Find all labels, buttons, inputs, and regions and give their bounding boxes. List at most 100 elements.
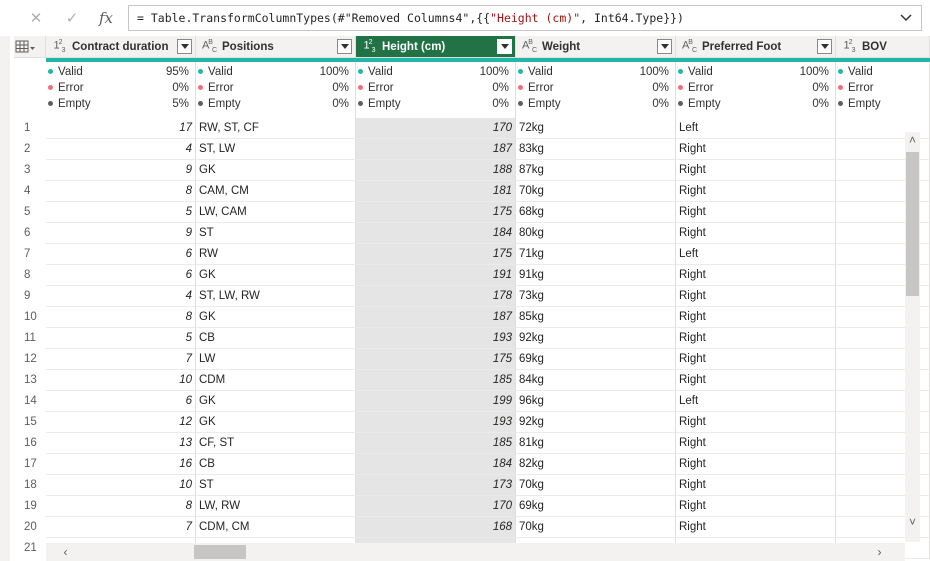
table-cell[interactable]: 187 — [356, 139, 516, 160]
table-cell[interactable]: 184 — [356, 454, 516, 475]
cancel-icon[interactable]: ✕ — [24, 6, 48, 30]
table-cell[interactable]: 73kg — [516, 286, 676, 307]
table-cell[interactable]: 6 — [46, 391, 196, 412]
table-cell[interactable]: 80kg — [516, 223, 676, 244]
horizontal-scroll-thumb[interactable] — [194, 545, 246, 559]
row-number[interactable]: 2 — [14, 139, 46, 160]
table-cell[interactable]: Right — [676, 265, 836, 286]
table-cell[interactable]: 199 — [356, 391, 516, 412]
row-number[interactable]: 9 — [14, 286, 46, 307]
table-cell[interactable]: 12 — [46, 412, 196, 433]
table-cell[interactable]: GK — [196, 160, 356, 181]
table-cell[interactable]: 83kg — [516, 139, 676, 160]
filter-dropdown-icon[interactable] — [177, 39, 192, 54]
row-number[interactable]: 4 — [14, 181, 46, 202]
table-cell[interactable]: CDM — [196, 370, 356, 391]
table-cell[interactable]: LW, RW — [196, 496, 356, 517]
column-header-4[interactable]: ABC Preferred Foot — [676, 36, 836, 58]
row-number[interactable]: 13 — [14, 370, 46, 391]
table-cell[interactable]: Right — [676, 454, 836, 475]
table-cell[interactable]: 187 — [356, 307, 516, 328]
table-cell[interactable]: 185 — [356, 433, 516, 454]
table-cell[interactable]: 69kg — [516, 496, 676, 517]
filter-dropdown-icon[interactable] — [817, 39, 832, 54]
table-cell[interactable]: Right — [676, 286, 836, 307]
table-cell[interactable]: 8 — [46, 181, 196, 202]
column-header-3[interactable]: ABC Weight — [516, 36, 676, 58]
type-icon[interactable]: 123 — [48, 39, 70, 54]
table-cell[interactable]: Right — [676, 412, 836, 433]
table-cell[interactable]: 178 — [356, 286, 516, 307]
vertical-scroll-thumb[interactable] — [906, 152, 919, 296]
table-cell[interactable]: 173 — [356, 475, 516, 496]
table-cell[interactable]: Right — [676, 517, 836, 538]
table-cell[interactable]: GK — [196, 307, 356, 328]
row-number[interactable]: 17 — [14, 454, 46, 475]
table-cell[interactable]: 188 — [356, 160, 516, 181]
row-number[interactable]: 15 — [14, 412, 46, 433]
table-cell[interactable]: RW — [196, 244, 356, 265]
scroll-down-icon[interactable]: ˅ — [905, 514, 920, 529]
table-cell[interactable]: 70kg — [516, 181, 676, 202]
column-header-1[interactable]: ABC Positions — [196, 36, 356, 58]
table-cell[interactable]: 175 — [356, 244, 516, 265]
table-cell[interactable]: 168 — [356, 517, 516, 538]
table-cell[interactable]: 193 — [356, 412, 516, 433]
row-number[interactable]: 19 — [14, 496, 46, 517]
commit-icon[interactable]: ✓ — [60, 6, 84, 30]
row-number[interactable]: 11 — [14, 328, 46, 349]
filter-dropdown-icon[interactable] — [497, 39, 512, 54]
table-cell[interactable]: LW, CAM — [196, 202, 356, 223]
row-number[interactable]: 16 — [14, 433, 46, 454]
table-cell[interactable]: CAM, CM — [196, 181, 356, 202]
table-cell[interactable]: GK — [196, 412, 356, 433]
row-number[interactable]: 1 — [14, 118, 46, 139]
vertical-scrollbar[interactable]: ˄ ˅ — [905, 132, 920, 542]
table-cell[interactable]: Right — [676, 349, 836, 370]
row-number[interactable]: 20 — [14, 517, 46, 538]
table-cell[interactable]: 7 — [46, 349, 196, 370]
table-cell[interactable]: 71kg — [516, 244, 676, 265]
table-cell[interactable]: 7 — [46, 517, 196, 538]
table-cell[interactable]: 5 — [46, 202, 196, 223]
row-number[interactable]: 14 — [14, 391, 46, 412]
table-cell[interactable]: 87kg — [516, 160, 676, 181]
table-cell[interactable]: 9 — [46, 160, 196, 181]
table-cell[interactable]: Right — [676, 202, 836, 223]
horizontal-scrollbar[interactable]: ‹ › — [46, 543, 905, 561]
table-cell[interactable]: 69kg — [516, 349, 676, 370]
table-cell[interactable]: 191 — [356, 265, 516, 286]
column-header-0[interactable]: 123 Contract duration — [46, 36, 196, 58]
table-cell[interactable]: 175 — [356, 202, 516, 223]
row-number[interactable]: 10 — [14, 307, 46, 328]
table-cell[interactable]: 82kg — [516, 454, 676, 475]
row-number[interactable]: 6 — [14, 223, 46, 244]
type-icon[interactable]: 123 — [358, 39, 380, 54]
row-number[interactable]: 21 — [14, 538, 46, 559]
table-cell[interactable]: 184 — [356, 223, 516, 244]
table-cell[interactable]: CDM, CM — [196, 517, 356, 538]
type-icon[interactable]: ABC — [678, 39, 700, 54]
table-cell[interactable]: GK — [196, 391, 356, 412]
table-menu-icon[interactable] — [14, 36, 46, 58]
formula-input[interactable]: = Table.TransformColumnTypes(#"Removed C… — [128, 5, 922, 31]
row-number[interactable]: 12 — [14, 349, 46, 370]
table-cell[interactable]: Right — [676, 370, 836, 391]
table-cell[interactable]: 92kg — [516, 328, 676, 349]
scroll-left-icon[interactable]: ‹ — [58, 544, 73, 559]
filter-dropdown-icon[interactable] — [657, 39, 672, 54]
table-cell[interactable]: 85kg — [516, 307, 676, 328]
table-cell[interactable]: 4 — [46, 139, 196, 160]
table-cell[interactable]: 6 — [46, 265, 196, 286]
row-number[interactable]: 5 — [14, 202, 46, 223]
column-header-2[interactable]: 123 Height (cm) — [356, 36, 516, 58]
table-cell[interactable]: Right — [676, 475, 836, 496]
table-cell[interactable]: Right — [676, 496, 836, 517]
table-cell[interactable]: Left — [676, 391, 836, 412]
table-cell[interactable]: ST, LW — [196, 139, 356, 160]
table-cell[interactable]: ST — [196, 223, 356, 244]
type-icon[interactable]: ABC — [198, 39, 220, 54]
table-cell[interactable]: CB — [196, 454, 356, 475]
chevron-down-icon[interactable] — [895, 6, 917, 30]
table-cell[interactable]: 10 — [46, 475, 196, 496]
